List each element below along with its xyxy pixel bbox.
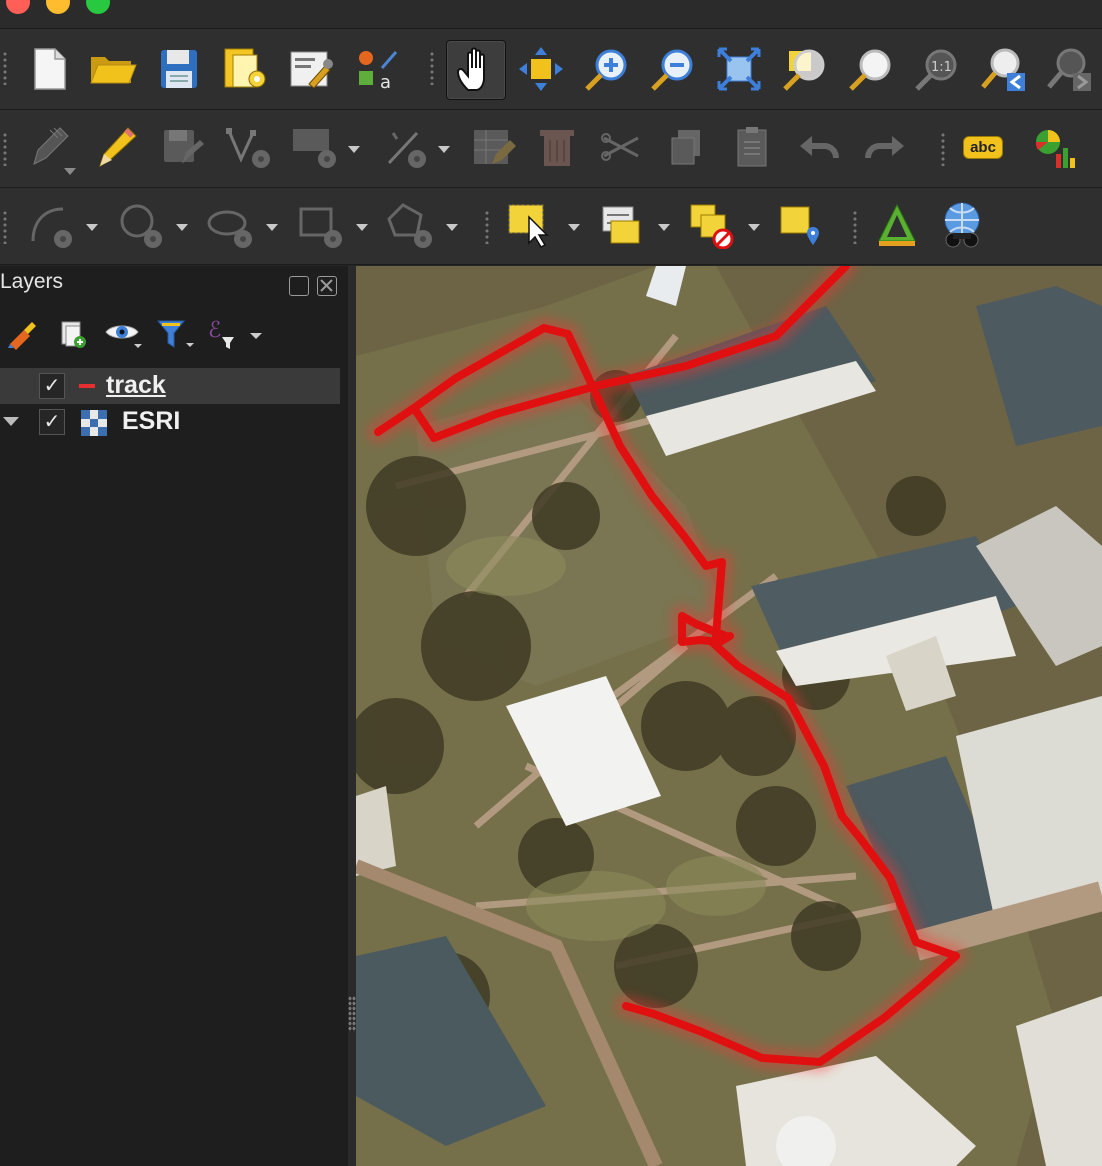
expand-chevron-icon[interactable] <box>3 417 19 426</box>
vertex-tool-icon[interactable] <box>218 118 276 176</box>
add-feature-icon[interactable] <box>284 118 342 176</box>
toolbar-grip[interactable] <box>484 210 490 244</box>
ellipse-dropdown[interactable] <box>266 224 278 231</box>
paste-icon[interactable] <box>724 118 782 176</box>
zoom-full-icon[interactable] <box>710 40 768 98</box>
close-panel-button[interactable] <box>317 276 337 296</box>
toolbar-grip[interactable] <box>2 51 8 85</box>
circular-string-icon[interactable] <box>20 196 78 254</box>
select-by-attribute-dropdown[interactable] <box>658 224 670 231</box>
close-window-button[interactable] <box>6 0 30 14</box>
layers-panel-title: Layers <box>0 270 64 293</box>
zoom-in-icon[interactable] <box>578 40 636 98</box>
svg-text:a: a <box>380 72 391 92</box>
select-by-attribute-icon[interactable] <box>592 196 650 254</box>
move-feature-dropdown[interactable] <box>438 146 450 153</box>
toggle-editing-icon[interactable] <box>86 118 144 176</box>
layer-name: track <box>106 371 166 399</box>
manage-visibility-icon[interactable] <box>104 314 144 354</box>
panel-splitter[interactable] <box>348 266 356 1166</box>
labels-abc-badge: abc <box>963 135 1003 159</box>
zoom-to-layer-icon[interactable] <box>842 40 900 98</box>
layout-manager-icon[interactable] <box>216 40 274 98</box>
satellite-basemap <box>356 266 1102 1166</box>
ellipse-icon[interactable] <box>200 196 258 254</box>
float-panel-button[interactable] <box>289 276 309 296</box>
georeferencer-icon[interactable] <box>868 196 926 254</box>
toolbar-grip[interactable] <box>852 210 858 244</box>
layer-name: ESRI <box>122 407 181 435</box>
zoom-last-icon[interactable] <box>974 40 1032 98</box>
save-edits-icon[interactable] <box>152 118 210 176</box>
undo-icon[interactable] <box>790 118 848 176</box>
pan-icon[interactable] <box>446 40 506 100</box>
layer-visibility-checkbox[interactable]: ✓ <box>39 373 65 399</box>
attribute-table-icon[interactable] <box>464 118 522 176</box>
copy-icon[interactable] <box>658 118 716 176</box>
layer-visibility-checkbox[interactable]: ✓ <box>39 409 65 435</box>
pan-to-selection-icon[interactable] <box>512 40 570 98</box>
circle-icon[interactable] <box>110 196 168 254</box>
map-canvas[interactable] <box>356 266 1102 1166</box>
select-features-dropdown[interactable] <box>568 224 580 231</box>
geocoder-icon[interactable] <box>934 196 992 254</box>
minimize-window-button[interactable] <box>46 0 70 14</box>
redo-icon[interactable] <box>856 118 914 176</box>
cut-icon[interactable] <box>592 118 650 176</box>
open-layer-styling-icon[interactable] <box>6 314 38 354</box>
label-toolbar-button[interactable]: abc <box>954 118 1012 176</box>
circular-string-dropdown[interactable] <box>86 224 98 231</box>
title-bar <box>0 0 1102 29</box>
toolbar-grip[interactable] <box>940 132 946 166</box>
save-project-icon[interactable] <box>150 40 208 98</box>
style-manager-icon[interactable] <box>282 40 340 98</box>
toolbar-project-navigation: a 1:1 <box>0 29 1102 110</box>
zoom-next-icon[interactable] <box>1040 40 1098 98</box>
labeling-icon[interactable]: a <box>348 40 406 98</box>
diagram-icon[interactable] <box>1024 118 1082 176</box>
zoom-out-icon[interactable] <box>644 40 702 98</box>
toolbar-grip[interactable] <box>2 210 8 244</box>
line-symbol-icon <box>79 384 95 388</box>
filter-legend-icon[interactable] <box>156 314 196 354</box>
new-project-icon[interactable] <box>20 40 78 98</box>
open-project-icon[interactable] <box>84 40 142 98</box>
current-edits-dropdown[interactable] <box>64 168 76 175</box>
polygon-dropdown[interactable] <box>446 224 458 231</box>
add-group-icon[interactable] <box>56 314 88 354</box>
polygon-icon[interactable] <box>380 196 438 254</box>
filter-expression-icon[interactable]: ℰ <box>206 314 268 354</box>
circle-dropdown[interactable] <box>176 224 188 231</box>
zoom-to-selection-icon[interactable] <box>776 40 834 98</box>
toolbar-digitizing: abc <box>0 110 1102 188</box>
toolbar-grip[interactable] <box>2 132 8 166</box>
zoom-native-icon[interactable]: 1:1 <box>908 40 966 98</box>
toolbar-grip[interactable] <box>429 51 435 85</box>
select-by-location-icon[interactable] <box>770 196 828 254</box>
svg-text:1:1: 1:1 <box>931 60 952 75</box>
svg-text:ℰ: ℰ <box>208 318 221 343</box>
move-feature-icon[interactable] <box>376 118 434 176</box>
add-feature-dropdown[interactable] <box>348 146 360 153</box>
delete-icon[interactable] <box>528 118 586 176</box>
deselect-icon[interactable] <box>682 196 740 254</box>
raster-layer-icon <box>81 410 107 436</box>
zoom-window-button[interactable] <box>86 0 110 14</box>
select-features-icon[interactable] <box>500 196 558 254</box>
rectangle-dropdown[interactable] <box>356 224 368 231</box>
layer-row-track[interactable]: ✓ track <box>0 368 340 404</box>
layer-row-esri[interactable]: ✓ ESRI <box>0 404 340 440</box>
deselect-dropdown[interactable] <box>748 224 760 231</box>
toolbar-shape-selection <box>0 188 1102 265</box>
rectangle-icon[interactable] <box>290 196 348 254</box>
